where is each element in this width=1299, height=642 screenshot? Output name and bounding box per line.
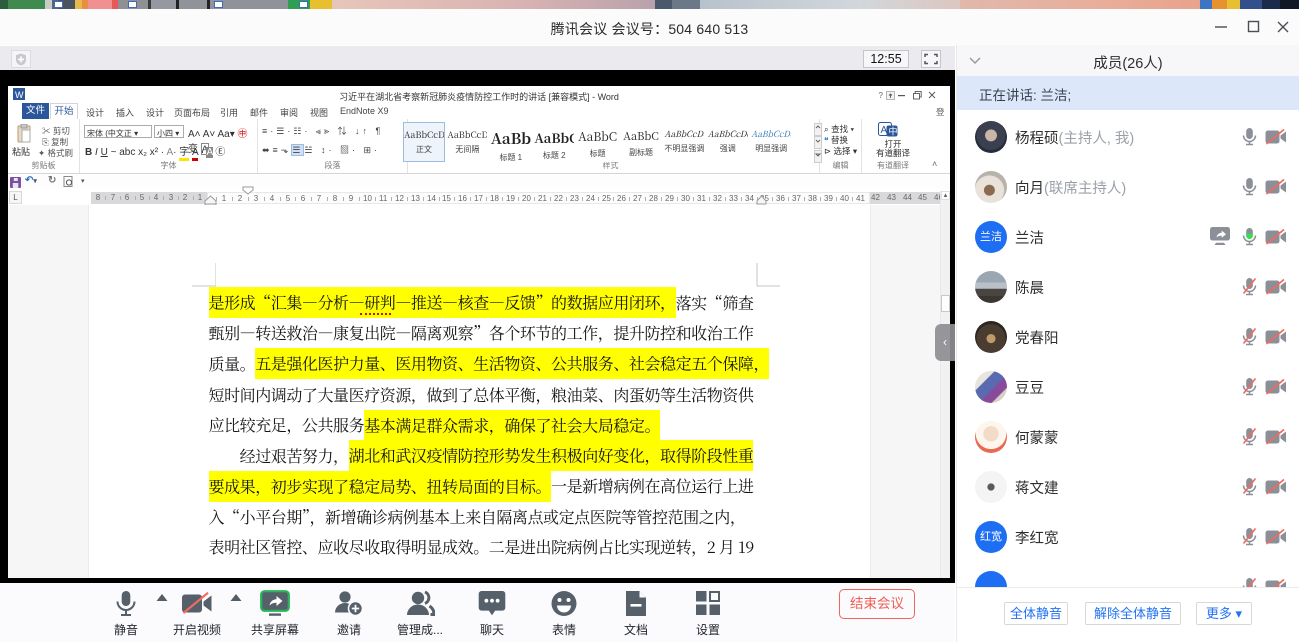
svg-text:A: A [881,125,888,136]
svg-text:中: 中 [889,126,898,137]
